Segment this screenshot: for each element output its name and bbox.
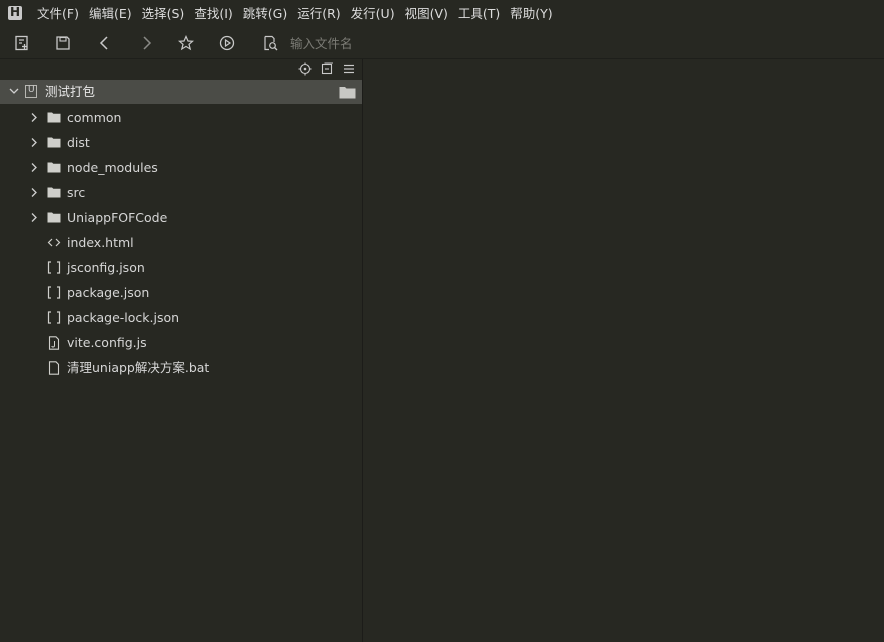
menu-bar: 文件(F) 编辑(E) 选择(S) 查找(I) 跳转(G) 运行(R) 发行(U…: [0, 0, 884, 28]
chevron-right-icon[interactable]: [29, 162, 39, 173]
run-button[interactable]: [217, 33, 237, 53]
new-file-button[interactable]: [12, 33, 32, 53]
menu-items: 文件(F) 编辑(E) 选择(S) 查找(I) 跳转(G) 运行(R) 发行(U…: [37, 0, 563, 28]
tree-item-label: dist: [67, 135, 90, 150]
tree-item-jsconfig-json[interactable]: jsconfig.json: [0, 255, 362, 280]
tree-item-label: node_modules: [67, 160, 158, 175]
json-file-icon: [46, 311, 62, 324]
save-icon: [56, 36, 70, 50]
explorer-header: [0, 59, 362, 80]
chevron-right-icon[interactable]: [29, 112, 39, 123]
folder-icon: [46, 186, 62, 199]
menu-goto[interactable]: 跳转(G): [243, 0, 287, 28]
back-button[interactable]: [95, 33, 115, 53]
menu-find[interactable]: 查找(I): [194, 0, 232, 28]
project-explorer: 测试打包 common dist node_modules src: [0, 59, 363, 642]
new-file-icon: [15, 35, 28, 51]
folder-icon: [46, 111, 62, 124]
tree-item-vite-config-js[interactable]: vite.config.js: [0, 330, 362, 355]
menu-tools[interactable]: 工具(T): [458, 0, 500, 28]
js-file-icon: [46, 335, 62, 350]
tree-item-dist[interactable]: dist: [0, 130, 362, 155]
folder-icon: [46, 136, 62, 149]
uniapp-project-icon: [25, 85, 37, 98]
chevron-right-icon[interactable]: [29, 212, 39, 223]
tree-item-label: package-lock.json: [67, 310, 180, 325]
chevron-down-icon[interactable]: [8, 85, 20, 97]
html-file-icon: [46, 236, 62, 249]
locate-icon[interactable]: [298, 62, 312, 76]
tree-item-common[interactable]: common: [0, 105, 362, 130]
file-tree: common dist node_modules src UniappFOFCo…: [0, 105, 362, 380]
tree-item-label: package.json: [67, 285, 150, 300]
tree-item-package-json[interactable]: package.json: [0, 280, 362, 305]
chevron-right-icon[interactable]: [29, 187, 39, 198]
menu-file[interactable]: 文件(F): [37, 0, 79, 28]
tree-item-label: 清理uniapp解决方案.bat: [67, 360, 210, 375]
menu-help[interactable]: 帮助(Y): [510, 0, 552, 28]
tree-item-bat[interactable]: 清理uniapp解决方案.bat: [0, 355, 362, 380]
tree-item-uniappfofcode[interactable]: UniappFOFCode: [0, 205, 362, 230]
tree-item-node-modules[interactable]: node_modules: [0, 155, 362, 180]
chevron-left-icon: [99, 36, 108, 50]
star-icon: [177, 35, 195, 51]
file-search: [256, 28, 884, 58]
app-logo-icon: [8, 5, 22, 20]
json-file-icon: [46, 261, 62, 274]
tree-item-package-lock-json[interactable]: package-lock.json: [0, 305, 362, 330]
forward-button[interactable]: [136, 33, 156, 53]
menu-icon[interactable]: [342, 62, 356, 76]
tree-item-label: jsconfig.json: [67, 260, 145, 275]
menu-select[interactable]: 选择(S): [142, 0, 185, 28]
project-root[interactable]: 测试打包: [0, 80, 362, 104]
tree-item-index-html[interactable]: index.html: [0, 230, 362, 255]
tree-item-label: common: [67, 110, 122, 125]
chevron-right-icon: [143, 36, 152, 50]
file-search-icon: [260, 33, 280, 53]
favorite-button[interactable]: [176, 33, 196, 53]
tree-item-label: vite.config.js: [67, 335, 147, 350]
editor-area[interactable]: [363, 59, 884, 642]
tree-item-label: UniappFOFCode: [67, 210, 168, 225]
menu-run[interactable]: 运行(R): [297, 0, 340, 28]
chevron-right-icon[interactable]: [29, 137, 39, 148]
project-name: 测试打包: [45, 84, 96, 99]
tree-item-src[interactable]: src: [0, 180, 362, 205]
folder-icon: [46, 161, 62, 174]
menu-view[interactable]: 视图(V): [405, 0, 448, 28]
tree-item-label: index.html: [67, 235, 134, 250]
play-circle-icon: [219, 35, 235, 51]
tree-item-label: src: [67, 185, 86, 200]
file-search-input[interactable]: [290, 33, 590, 53]
collapse-all-icon[interactable]: [320, 62, 334, 76]
menu-edit[interactable]: 编辑(E): [89, 0, 132, 28]
menu-publish[interactable]: 发行(U): [351, 0, 395, 28]
json-file-icon: [46, 286, 62, 299]
folder-icon[interactable]: [339, 86, 356, 99]
folder-icon: [46, 211, 62, 224]
file-icon: [46, 360, 62, 375]
save-button[interactable]: [53, 33, 73, 53]
